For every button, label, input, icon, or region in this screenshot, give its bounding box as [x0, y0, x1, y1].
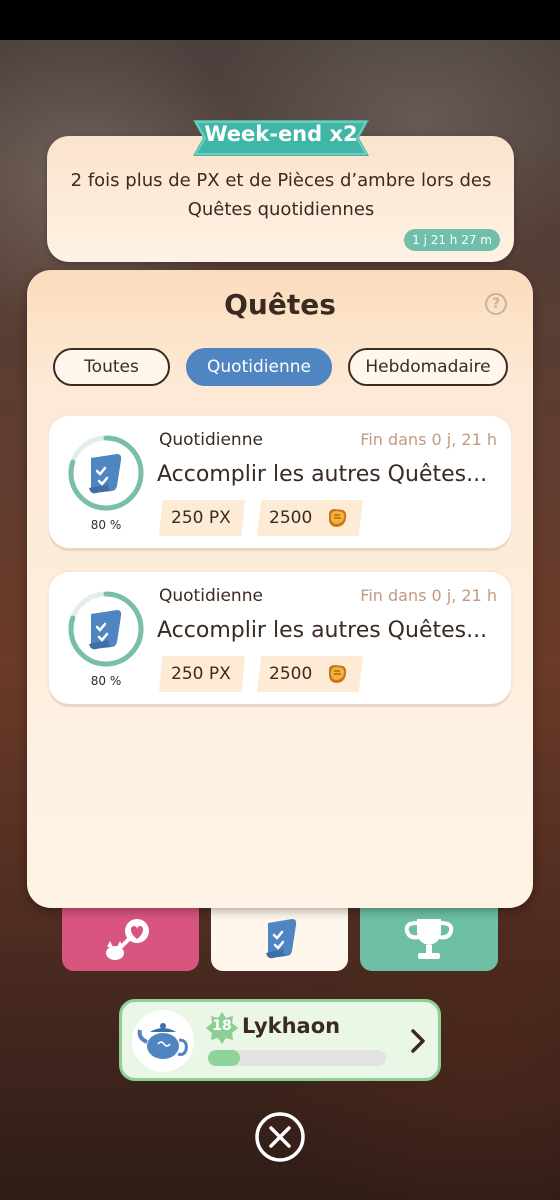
tab-all[interactable]: Toutes — [53, 348, 170, 386]
teapot-icon — [137, 1023, 188, 1059]
quest-card[interactable]: 80 % Quotidienne Fin dans 0 j, 21 h Acco… — [49, 572, 511, 704]
reward-coins: 2500 — [257, 500, 363, 536]
quest-title: Accomplir les autres Quêtes... — [157, 462, 488, 487]
event-ribbon: Week-end x2 — [193, 118, 369, 158]
reward-xp: 250 PX — [159, 500, 245, 536]
reward-coins-value: 2500 — [269, 508, 313, 528]
heart-flower-icon — [105, 919, 149, 960]
quest-scroll-icon — [89, 610, 122, 650]
quest-category: Quotidienne — [159, 430, 263, 450]
reward-coins: 2500 — [257, 656, 363, 692]
progress-percent: 80 % — [90, 518, 122, 532]
quests-panel: Quêtes ? Toutes Quotidienne Hebdomadaire… — [27, 270, 533, 908]
quest-category: Quotidienne — [159, 586, 263, 606]
quest-card[interactable]: 80 % Quotidienne Fin dans 0 j, 21 h Acco… — [49, 416, 511, 548]
trophy-icon — [404, 919, 454, 959]
player-level: 18 — [212, 1018, 232, 1034]
reward-coins-value: 2500 — [269, 664, 313, 684]
event-description: 2 fois plus de PX et de Pièces d’ambre l… — [70, 170, 492, 220]
panel-title: Quêtes — [224, 288, 336, 321]
avatar — [132, 1010, 194, 1072]
progress-percent: 80 % — [90, 674, 122, 688]
progress-ring — [68, 435, 144, 511]
player-profile-bar[interactable]: 18 Lykhaon — [119, 999, 441, 1081]
quest-deadline: Fin dans 0 j, 21 h — [360, 586, 497, 605]
tab-weekly[interactable]: Hebdomadaire — [348, 348, 508, 386]
close-icon[interactable] — [254, 1111, 306, 1163]
xp-progress-bar — [208, 1050, 386, 1066]
help-icon[interactable]: ? — [485, 293, 507, 315]
event-timer: 1 j 21 h 27 m — [404, 229, 500, 251]
tab-daily[interactable]: Quotidienne — [186, 348, 332, 386]
amber-coin-icon — [329, 509, 347, 527]
event-ribbon-label: Week-end x2 — [204, 122, 358, 146]
xp-progress-fill — [208, 1050, 241, 1066]
quest-scroll-icon — [89, 454, 122, 494]
quest-deadline: Fin dans 0 j, 21 h — [360, 430, 497, 449]
chevron-right-icon[interactable] — [410, 1028, 426, 1054]
progress-ring — [68, 591, 144, 667]
amber-coin-icon — [329, 665, 347, 683]
quest-title: Accomplir les autres Quêtes... — [157, 618, 488, 643]
quest-scroll-icon — [265, 919, 296, 959]
status-bar — [0, 0, 560, 40]
reward-xp: 250 PX — [159, 656, 245, 692]
player-name: Lykhaon — [242, 1014, 341, 1038]
